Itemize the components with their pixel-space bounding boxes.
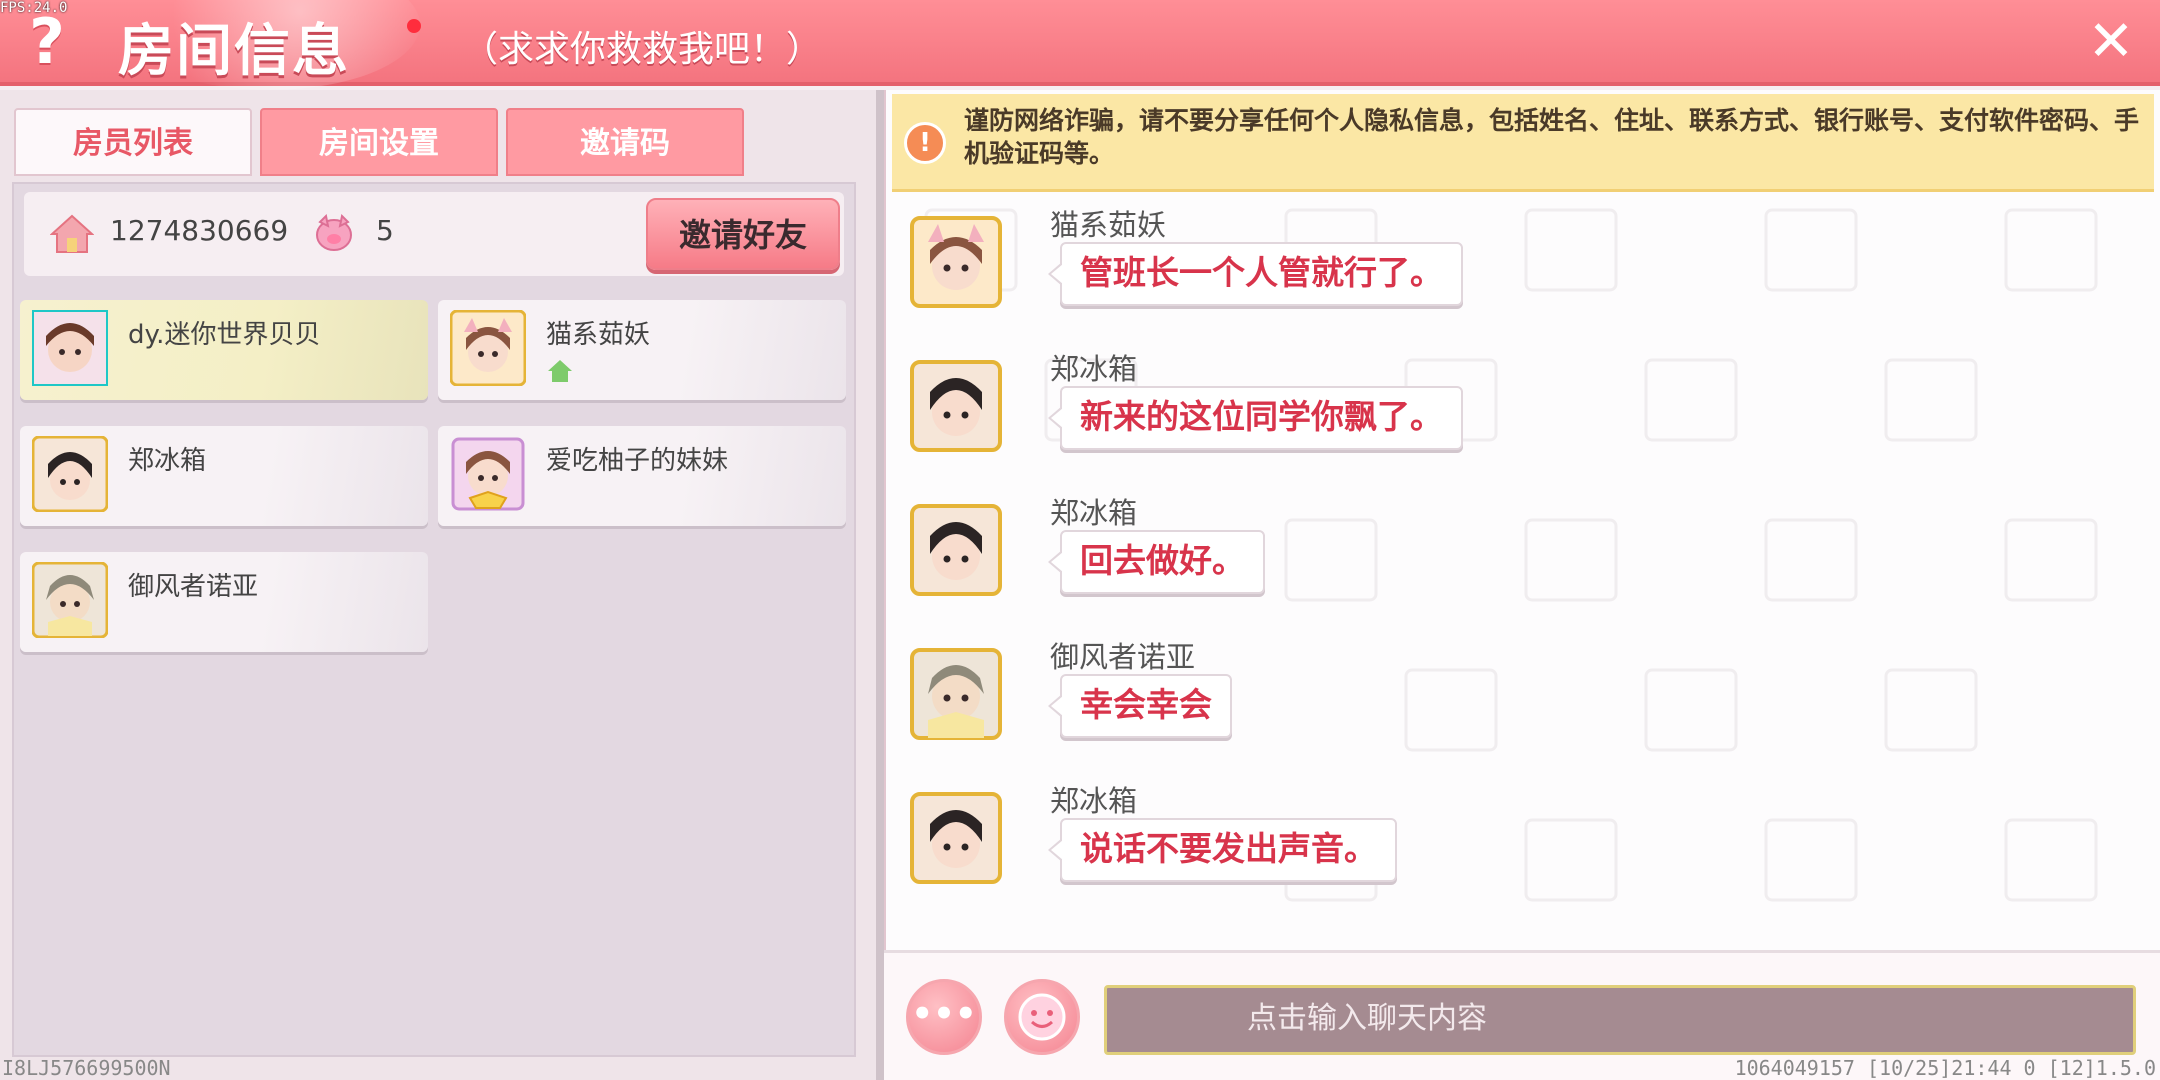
warning-text: 谨防网络诈骗，请不要分享任何个人隐私信息，包括姓名、住址、联系方式、银行账号、支… bbox=[964, 106, 2140, 168]
panel-divider bbox=[876, 90, 884, 1080]
message-sender: 郑冰箱 bbox=[1050, 496, 1138, 530]
avatar[interactable] bbox=[910, 504, 1002, 596]
member-card[interactable]: 猫系茹妖 bbox=[438, 300, 846, 400]
invite-friends-button[interactable]: 邀请好友 bbox=[646, 198, 840, 270]
member-list-panel: 1274830669 5 邀请好友 dy.迷你世界贝贝 猫系茹妖 郑冰箱 爱吃柚… bbox=[12, 182, 856, 1057]
message-sender: 御风者诺亚 bbox=[1050, 640, 1196, 674]
avatar bbox=[32, 562, 108, 638]
message-bubble[interactable]: 回去做好。 bbox=[1048, 530, 1265, 594]
member-name: 郑冰箱 bbox=[128, 446, 207, 476]
close-x-icon: ✕ bbox=[2087, 9, 2135, 74]
fps-counter: FPS:24.0 bbox=[0, 0, 68, 16]
member-card[interactable]: 御风者诺亚 bbox=[20, 552, 428, 652]
member-name: 爱吃柚子的妹妹 bbox=[546, 446, 729, 476]
message-bubble[interactable]: 说话不要发出声音。 bbox=[1048, 818, 1397, 882]
emoji-button[interactable] bbox=[1004, 979, 1080, 1055]
header-bar: ? 房间信息 （求求你救救我吧！） ✕ bbox=[0, 0, 2160, 90]
avatar bbox=[32, 310, 108, 386]
room-id: 1274830669 bbox=[110, 214, 289, 247]
avatar bbox=[450, 310, 526, 386]
more-options-button[interactable]: ••• bbox=[906, 979, 982, 1055]
member-count: 5 bbox=[376, 214, 394, 247]
message-bubble[interactable]: 管班长一个人管就行了。 bbox=[1048, 242, 1463, 306]
tab-invite-code[interactable]: 邀请码 bbox=[506, 108, 744, 176]
message-bubble[interactable]: 新来的这位同学你飘了。 bbox=[1048, 386, 1463, 450]
left-panel: 房员列表 房间设置 邀请码 1274830669 5 邀请好友 dy.迷你世界贝… bbox=[0, 90, 876, 1080]
chat-message: 郑冰箱 回去做好。 bbox=[910, 490, 2110, 610]
room-info-bar: 1274830669 5 邀请好友 bbox=[24, 192, 844, 276]
room-subtitle: （求求你救救我吧！） bbox=[462, 29, 823, 70]
avatar[interactable] bbox=[910, 360, 1002, 452]
fraud-warning-banner: ! 谨防网络诈骗，请不要分享任何个人隐私信息，包括姓名、住址、联系方式、银行账号… bbox=[892, 94, 2154, 192]
avatar[interactable] bbox=[910, 648, 1002, 740]
message-sender: 郑冰箱 bbox=[1050, 784, 1138, 818]
chat-input-bar: ••• 点击输入聊天内容 1064049157 [10/25]21:44 0 [… bbox=[884, 950, 2160, 1080]
exclamation-icon: ! bbox=[904, 122, 946, 164]
smiley-face-icon bbox=[1018, 993, 1066, 1041]
avatar[interactable] bbox=[910, 216, 1002, 308]
avatar bbox=[451, 437, 525, 511]
avatar[interactable] bbox=[910, 792, 1002, 884]
member-name: 猫系茹妖 bbox=[546, 320, 651, 350]
page-title: 房间信息 bbox=[118, 19, 350, 84]
build-info: 1064049157 [10/25]21:44 0 [12]1.5.0 bbox=[1734, 1056, 2156, 1080]
pig-icon bbox=[316, 214, 352, 251]
member-card[interactable]: dy.迷你世界贝贝 bbox=[20, 300, 428, 400]
chat-message: 郑冰箱 新来的这位同学你飘了。 bbox=[910, 346, 2110, 466]
tab-room-settings[interactable]: 房间设置 bbox=[260, 108, 498, 176]
member-card[interactable]: 郑冰箱 bbox=[20, 426, 428, 526]
chat-message: 郑冰箱 说话不要发出声音。 bbox=[910, 778, 2110, 898]
chat-panel: ! 谨防网络诈骗，请不要分享任何个人隐私信息，包括姓名、住址、联系方式、银行账号… bbox=[884, 90, 2160, 950]
host-house-icon bbox=[548, 360, 572, 382]
help-button[interactable]: ? bbox=[18, 10, 76, 74]
member-name: 御风者诺亚 bbox=[128, 572, 259, 602]
member-name: dy.迷你世界贝贝 bbox=[128, 320, 321, 350]
notification-dot bbox=[407, 19, 421, 33]
message-sender: 郑冰箱 bbox=[1050, 352, 1138, 386]
chat-message: 猫系茹妖 管班长一个人管就行了。 bbox=[910, 202, 2110, 322]
chat-input[interactable]: 点击输入聊天内容 bbox=[1104, 985, 2136, 1055]
member-card[interactable]: 爱吃柚子的妹妹 bbox=[438, 426, 846, 526]
close-button[interactable]: ✕ bbox=[2082, 14, 2140, 72]
chat-message: 御风者诺亚 幸会幸会 bbox=[910, 634, 2110, 754]
tab-member-list[interactable]: 房员列表 bbox=[14, 108, 252, 176]
device-code: I8LJ576699500N bbox=[2, 1056, 171, 1080]
message-bubble[interactable]: 幸会幸会 bbox=[1048, 674, 1232, 738]
message-sender: 猫系茹妖 bbox=[1050, 208, 1167, 242]
avatar bbox=[32, 436, 108, 512]
house-icon bbox=[50, 214, 94, 253]
